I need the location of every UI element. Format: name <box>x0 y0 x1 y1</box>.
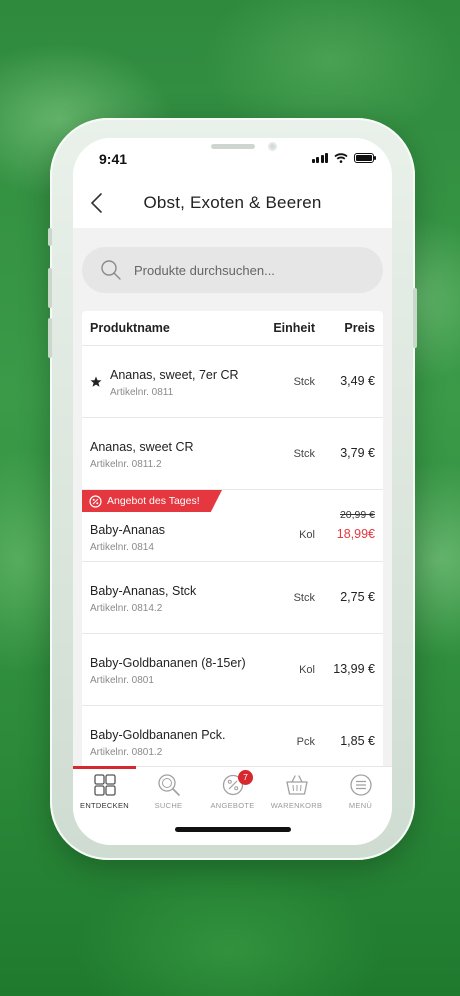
search-bar[interactable] <box>82 247 383 293</box>
column-header-unit[interactable]: Einheit <box>273 321 315 335</box>
phone-side-button <box>48 228 52 246</box>
product-table: Produktname Einheit Preis Ananas, sweet,… <box>82 311 383 778</box>
offers-count-badge: 7 <box>238 770 253 785</box>
status-bar: 9:41 <box>73 138 392 178</box>
phone-power-button <box>413 288 417 348</box>
product-unit: Pck <box>296 736 315 748</box>
table-row[interactable]: Baby-Goldbananen (8-15er) Artikelnr. 080… <box>82 634 383 706</box>
product-unit: Stck <box>293 448 315 460</box>
product-offer-price: 18,99€ <box>336 527 375 541</box>
product-name: Baby-Ananas, Stck <box>90 584 197 598</box>
star-icon <box>90 376 102 387</box>
status-time: 9:41 <box>99 151 128 167</box>
header: Obst, Exoten & Beeren <box>73 178 392 228</box>
product-sku: Artikelnr. 0801.2 <box>90 747 163 758</box>
tab-angebote[interactable]: 7 ANGEBOTE <box>201 770 264 810</box>
product-sku: Artikelnr. 0811.2 <box>90 459 162 470</box>
product-unit: Stck <box>293 592 315 604</box>
product-name: Baby-Goldbananen Pck. <box>90 728 226 742</box>
tab-label: MENÜ <box>348 801 373 810</box>
cellular-signal-icon <box>311 153 328 163</box>
product-name: Ananas, sweet, 7er CR <box>110 368 239 382</box>
table-row[interactable]: Angebot des Tages! Baby-Ananas Artikelnr… <box>82 490 383 562</box>
product-sku: Artikelnr. 0814 <box>90 542 154 553</box>
product-price: 1,85 € <box>340 734 375 748</box>
tab-warenkorb[interactable]: WARENKORB <box>265 773 328 810</box>
phone-volume-up-button <box>48 268 52 308</box>
search-icon <box>101 260 121 280</box>
wifi-icon <box>334 153 348 163</box>
product-name: Baby-Goldbananen (8-15er) <box>90 656 246 670</box>
product-price: 3,49 € <box>340 374 375 388</box>
speaker-grille <box>211 144 255 149</box>
product-unit: Kol <box>299 529 315 541</box>
tab-label: ENTDECKEN <box>80 801 129 810</box>
table-row[interactable]: Ananas, sweet CR Artikelnr. 0811.2 Stck … <box>82 418 383 490</box>
active-tab-indicator <box>73 766 136 769</box>
product-sku: Artikelnr. 0811 <box>110 387 174 398</box>
tab-suche[interactable]: SUCHE <box>137 773 200 810</box>
tab-menu[interactable]: MENÜ <box>329 773 392 810</box>
product-name: Ananas, sweet CR <box>90 440 194 454</box>
menu-icon <box>349 774 372 796</box>
tab-label: ANGEBOTE <box>210 801 255 810</box>
basket-icon <box>285 775 308 795</box>
column-header-price[interactable]: Preis <box>344 321 375 335</box>
table-header: Produktname Einheit Preis <box>82 311 383 346</box>
offer-badge: Angebot des Tages! <box>82 490 222 512</box>
page-title: Obst, Exoten & Beeren <box>143 193 322 212</box>
product-unit: Kol <box>299 664 315 676</box>
phone-volume-down-button <box>48 318 52 358</box>
tab-bar: ENTDECKEN SUCHE 7 ANGEBOTE WARENKORB MEN… <box>73 766 392 845</box>
product-old-price: 20,99 € <box>339 509 375 521</box>
app-screen: 9:41 Obst, Exoten & Beeren Produkte durc… <box>73 138 392 845</box>
table-row[interactable]: Baby-Ananas, Stck Artikelnr. 0814.2 Stck… <box>82 562 383 634</box>
table-row[interactable]: Ananas, sweet, 7er CR Artikelnr. 0811 St… <box>82 346 383 418</box>
status-icons <box>311 153 376 163</box>
product-price: 2,75 € <box>340 590 375 604</box>
battery-icon <box>354 153 376 163</box>
magnifier-icon <box>157 774 180 796</box>
product-sku: Artikelnr. 0814.2 <box>90 603 163 614</box>
tab-label: WARENKORB <box>270 801 323 810</box>
tab-entdecken[interactable]: ENTDECKEN <box>73 773 136 810</box>
content-area: Produktname Einheit Preis Ananas, sweet,… <box>73 228 392 778</box>
offer-tag-icon <box>89 494 102 508</box>
product-unit: Stck <box>293 376 315 388</box>
product-sku: Artikelnr. 0801 <box>90 675 154 686</box>
product-name: Baby-Ananas <box>90 523 166 537</box>
tab-label: SUCHE <box>154 801 183 810</box>
home-indicator <box>175 827 291 832</box>
product-price: 3,79 € <box>340 446 375 460</box>
offer-badge-label: Angebot des Tages! <box>107 495 200 507</box>
grid-icon <box>93 774 116 796</box>
search-input[interactable] <box>134 262 334 278</box>
column-header-name[interactable]: Produktname <box>90 321 170 335</box>
product-price: 13,99 € <box>333 662 375 676</box>
front-camera <box>268 142 277 151</box>
